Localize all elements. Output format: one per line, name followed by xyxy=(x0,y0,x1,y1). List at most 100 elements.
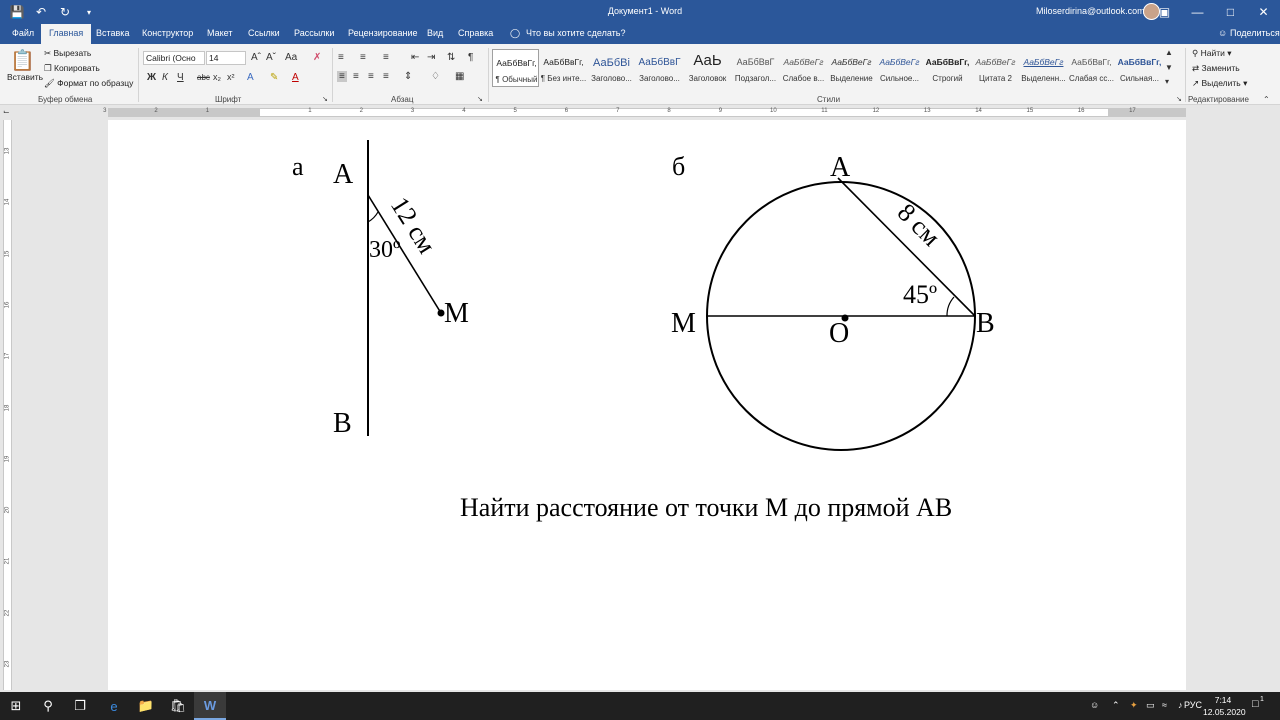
clock[interactable]: 7:14 12.05.2020 xyxy=(1203,694,1246,718)
highlight-icon[interactable]: ✎ xyxy=(270,72,278,83)
font-size-select[interactable]: 14 xyxy=(206,51,246,65)
style-item[interactable]: АаБбВеГг Выделение xyxy=(828,49,875,87)
align-right-icon[interactable]: ≡ xyxy=(368,71,374,82)
search-icon[interactable]: ⚲ xyxy=(32,692,64,720)
people-icon[interactable]: ☺ xyxy=(1090,700,1099,710)
app-tray-icon[interactable]: ✦ xyxy=(1130,700,1138,711)
find-button[interactable]: ⚲ Найти ▾ xyxy=(1192,48,1232,59)
find-label: Найти xyxy=(1200,48,1225,58)
tab-review[interactable]: Рецензирование xyxy=(348,28,418,38)
line-spacing-icon[interactable]: ⇕ xyxy=(404,71,412,82)
clear-format-icon[interactable]: ✗ xyxy=(313,52,321,63)
tab-insert[interactable]: Вставка xyxy=(96,28,129,38)
sort-icon[interactable]: ⇅ xyxy=(447,52,455,63)
styles-dialog-launcher-icon[interactable]: ↘ xyxy=(1176,95,1182,103)
file-explorer-icon[interactable]: 📁 xyxy=(130,692,162,720)
wifi-icon[interactable]: ≈ xyxy=(1162,700,1167,710)
paste-button[interactable]: Вставить xyxy=(7,72,43,82)
notifications-icon[interactable]: □ xyxy=(1252,698,1259,710)
align-center-icon[interactable]: ≡ xyxy=(353,71,359,82)
paragraph-dialog-launcher-icon[interactable]: ↘ xyxy=(477,95,483,103)
language-indicator[interactable]: РУС xyxy=(1184,700,1202,710)
paste-icon[interactable]: 📋 xyxy=(10,48,35,73)
bold-button[interactable]: Ж xyxy=(147,72,156,83)
document-page[interactable]: а A B M 12 см 30º б A B M O 8 см 45º Най… xyxy=(108,120,1186,690)
close-button[interactable]: ✕ xyxy=(1247,0,1280,24)
tell-me-search[interactable]: Что вы хотите сделать? xyxy=(526,28,626,38)
multilevel-list-icon[interactable]: ≡ xyxy=(383,52,389,63)
style-item[interactable]: АаБбВвГг, Слабая сс... xyxy=(1068,49,1115,87)
collapse-ribbon-icon[interactable]: ⌃ xyxy=(1263,95,1270,104)
show-marks-icon[interactable]: ¶ xyxy=(468,52,473,63)
tab-help[interactable]: Справка xyxy=(458,28,493,38)
edge-browser-icon[interactable]: e xyxy=(98,692,130,720)
superscript-button[interactable]: x² xyxy=(227,72,235,82)
borders-icon[interactable]: ▦ xyxy=(455,71,464,82)
windows-start-icon[interactable]: ⊞ xyxy=(0,692,32,720)
style-item[interactable]: АаБбВеГг Слабое в... xyxy=(780,49,827,87)
tab-references[interactable]: Ссылки xyxy=(248,28,280,38)
tab-file[interactable]: Файл xyxy=(12,28,34,38)
style-item[interactable]: АаБбВвГ Заголово... xyxy=(636,49,683,87)
shading-icon[interactable]: ♢ xyxy=(431,71,440,82)
styles-scroll-up-icon[interactable]: ▲ xyxy=(1165,48,1173,57)
font-dialog-launcher-icon[interactable]: ↘ xyxy=(322,95,328,103)
label-point-a: A xyxy=(830,152,851,183)
styles-scroll-down-icon[interactable]: ▼ xyxy=(1165,63,1173,72)
decrease-indent-icon[interactable]: ⇤ xyxy=(411,52,419,63)
style-item[interactable]: АаБбВвГ Подзагол... xyxy=(732,49,779,87)
replace-button[interactable]: ⇄ Заменить xyxy=(1192,63,1240,74)
select-button[interactable]: ↗ Выделить ▾ xyxy=(1192,78,1247,89)
word-app-icon[interactable]: W xyxy=(194,692,226,720)
text-effects-icon[interactable]: A xyxy=(247,72,254,83)
tab-view[interactable]: Вид xyxy=(427,28,443,38)
change-case-icon[interactable]: Aa xyxy=(285,52,297,63)
ribbon-display-icon[interactable]: ▣ xyxy=(1148,0,1181,24)
store-icon[interactable]: 🛍 xyxy=(162,692,194,720)
style-item[interactable]: АаБбВвГг, ¶ Обычный xyxy=(492,49,539,87)
tab-layout[interactable]: Макет xyxy=(207,28,232,38)
vertical-ruler-track[interactable]: 13 14 15 16 17 18 19 20 21 22 23 xyxy=(3,120,12,690)
style-item[interactable]: АаБбВеГг Выделенн... xyxy=(1020,49,1067,87)
label-point-a: A xyxy=(333,159,354,190)
style-item[interactable]: АаЬ Заголовок xyxy=(684,49,731,87)
style-item[interactable]: АаБбВвГг, ¶ Без инте... xyxy=(540,49,587,87)
minimize-button[interactable]: — xyxy=(1181,0,1214,24)
grow-font-icon[interactable]: Aˆ xyxy=(251,52,261,63)
justify-icon[interactable]: ≡ xyxy=(383,71,389,82)
styles-more-icon[interactable]: ▾ xyxy=(1165,77,1169,86)
style-item[interactable]: АаБбВі Заголово... xyxy=(588,49,635,87)
account-name[interactable]: Miloserdirina@outlook.com xyxy=(1036,6,1145,16)
font-color-icon[interactable]: A xyxy=(292,72,299,83)
style-item[interactable]: АаБбВеГг Цитата 2 xyxy=(972,49,1019,87)
tab-selector-icon[interactable]: ⌙ xyxy=(3,107,10,116)
increase-indent-icon[interactable]: ⇥ xyxy=(427,52,435,63)
battery-icon[interactable]: ▭ xyxy=(1146,700,1155,711)
label-angle-45: 45º xyxy=(903,280,937,309)
underline-button[interactable]: Ч xyxy=(177,72,184,83)
ruler-track[interactable]: 3 2 1 1 2 3 4 5 6 7 8 9 10 11 12 13 14 15 16 17 xyxy=(103,108,1186,117)
style-item[interactable]: АаБбВвГг, Сильная... xyxy=(1116,49,1163,87)
shrink-font-icon[interactable]: Aˇ xyxy=(266,52,276,63)
style-item[interactable]: АаБбВеГг Сильное... xyxy=(876,49,923,87)
align-left-icon[interactable]: ≡ xyxy=(337,71,347,82)
cut-button[interactable]: ✂ Вырезать xyxy=(44,48,91,59)
style-item[interactable]: АаБбВвГг, Строгий xyxy=(924,49,971,87)
task-view-icon[interactable]: ❐ xyxy=(64,692,96,720)
volume-icon[interactable]: ♪ xyxy=(1178,700,1183,710)
tray-chevron-icon[interactable]: ⌃ xyxy=(1112,700,1120,711)
bullets-icon[interactable]: ≡ xyxy=(338,52,344,63)
tab-mailings[interactable]: Рассылки xyxy=(294,28,334,38)
tab-home[interactable]: Главная xyxy=(41,24,92,44)
share-button[interactable]: Поделиться xyxy=(1230,28,1280,38)
maximize-button[interactable]: □ xyxy=(1214,0,1247,24)
font-name-select[interactable]: Calibri (Осно xyxy=(143,51,205,65)
strikethrough-button[interactable]: abc xyxy=(197,73,210,82)
format-painter-button[interactable]: 🖌 Формат по образцу xyxy=(44,78,133,89)
tab-design[interactable]: Конструктор xyxy=(142,28,193,38)
subscript-button[interactable]: x₂ xyxy=(213,72,221,82)
copy-button[interactable]: ❐ Копировать xyxy=(44,63,100,74)
numbering-icon[interactable]: ≡ xyxy=(360,52,366,63)
italic-button[interactable]: К xyxy=(162,72,168,83)
style-name: Заголово... xyxy=(591,74,632,83)
